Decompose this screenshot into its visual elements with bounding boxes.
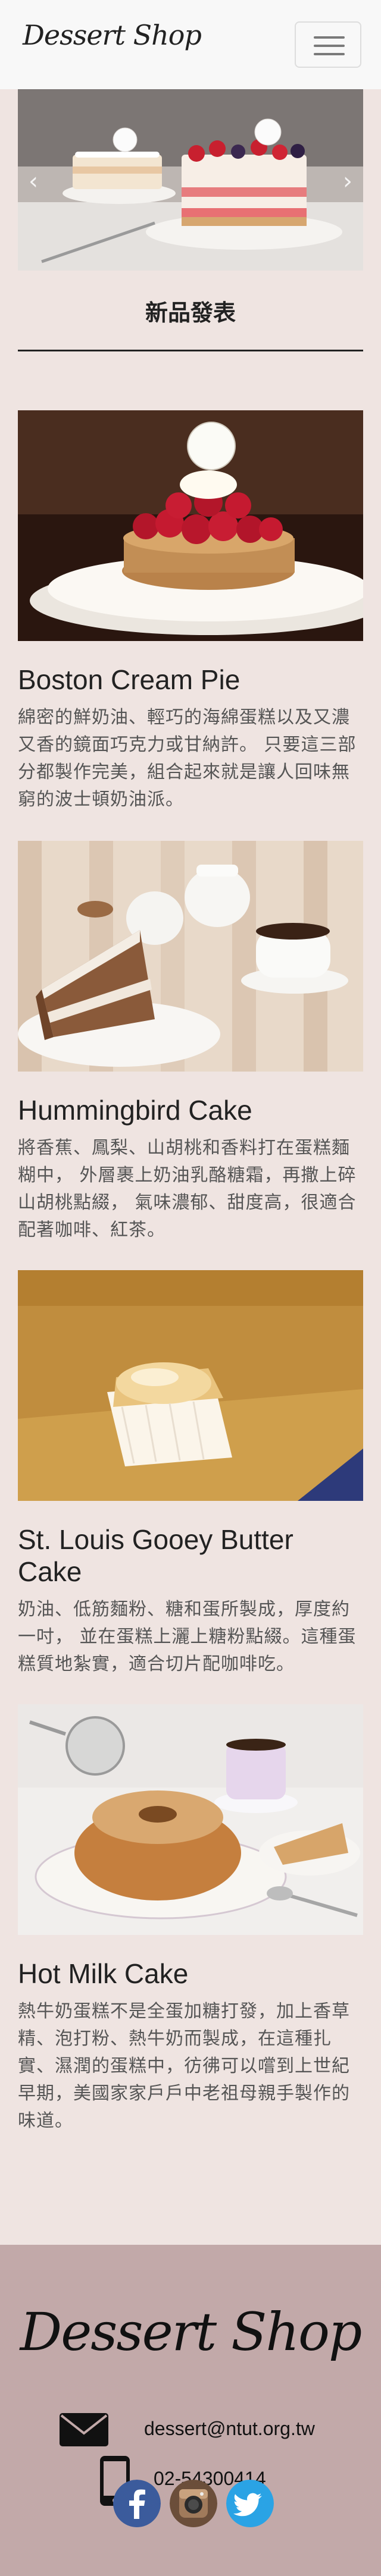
email-address[interactable]: dessert@ntut.org.tw bbox=[144, 2418, 315, 2440]
navbar: Dessert Shop bbox=[0, 0, 381, 89]
product-image bbox=[18, 1270, 363, 1501]
product-title: Boston Cream Pie bbox=[18, 664, 241, 695]
hero-carousel[interactable]: ‹ › bbox=[18, 89, 363, 271]
twitter-icon[interactable] bbox=[226, 2480, 274, 2527]
menu-toggle-button[interactable] bbox=[295, 21, 361, 68]
product-image bbox=[18, 1704, 363, 1935]
product-image bbox=[18, 410, 363, 641]
product-description: 熱牛奶蛋糕不是全蛋加糖打發，加上香草精、泡打粉、熱牛奶而製成，在這種扎實、濕潤的… bbox=[18, 2001, 350, 2131]
product-card[interactable]: St. Louis Gooey Butter Cake 奶油、低筋麵粉、糖和蛋所… bbox=[18, 1270, 363, 1678]
section-title: 新品發表 bbox=[145, 300, 236, 326]
product-title: St. Louis Gooey Butter Cake bbox=[18, 1524, 293, 1587]
product-description: 綿密的鮮奶油、輕巧的海綿蛋糕以及又濃又香的鏡面巧克力或甘納許。 只要這三部分都製… bbox=[18, 707, 357, 810]
product-title: Hot Milk Cake bbox=[18, 1958, 189, 1989]
facebook-icon[interactable] bbox=[113, 2480, 161, 2527]
brand-logo[interactable]: Dessert Shop bbox=[23, 19, 202, 51]
product-card[interactable]: Hot Milk Cake 熱牛奶蛋糕不是全蛋加糖打發，加上香草精、泡打粉、熱牛… bbox=[18, 1704, 363, 2135]
chevron-left-icon[interactable]: ‹ bbox=[21, 167, 45, 196]
product-description: 奶油、低筋麵粉、糖和蛋所製成，厚度約一吋， 並在蛋糕上灑上糖粉點綴。這種蛋糕質地… bbox=[18, 1599, 357, 1675]
chevron-right-icon[interactable]: › bbox=[336, 167, 360, 196]
social-links bbox=[113, 2480, 274, 2527]
instagram-icon[interactable] bbox=[170, 2480, 217, 2527]
footer-brand-logo: Dessert Shop bbox=[20, 2301, 363, 2363]
email-contact[interactable]: dessert@ntut.org.tw bbox=[0, 2408, 381, 2450]
product-title: Hummingbird Cake bbox=[18, 1095, 252, 1126]
envelope-icon bbox=[60, 2413, 108, 2446]
section-divider bbox=[18, 350, 363, 351]
carousel-slide-image bbox=[18, 89, 363, 271]
product-card[interactable]: Hummingbird Cake 將香蕉、鳳梨、山胡桃和香料打在蛋糕麵糊中， 外… bbox=[18, 841, 363, 1244]
product-card[interactable]: Boston Cream Pie 綿密的鮮奶油、輕巧的海綿蛋糕以及又濃又香的鏡面… bbox=[18, 410, 363, 813]
product-image bbox=[18, 841, 363, 1072]
product-description: 將香蕉、鳳梨、山胡桃和香料打在蛋糕麵糊中， 外層裹上奶油乳酪糖霜，再撒上碎山胡桃… bbox=[18, 1138, 357, 1240]
